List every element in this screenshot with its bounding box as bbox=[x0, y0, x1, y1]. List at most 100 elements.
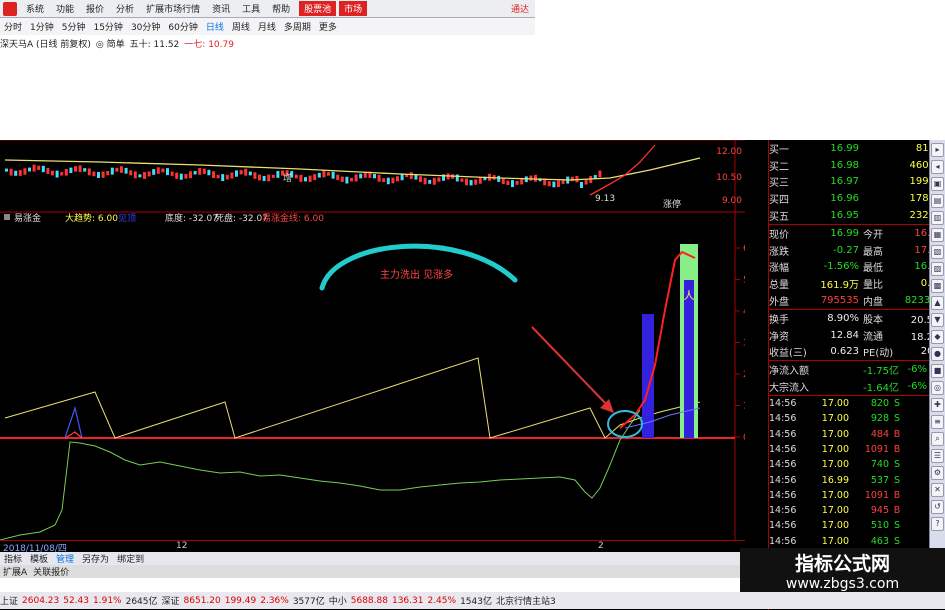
menu-item-help[interactable]: 帮助 bbox=[266, 2, 296, 15]
toolbar-button[interactable]: ■ bbox=[931, 364, 944, 378]
toolbar-button[interactable]: ↺ bbox=[931, 500, 944, 514]
candle bbox=[244, 168, 248, 176]
timeframe-tab[interactable]: 日线 bbox=[202, 20, 228, 33]
candle bbox=[46, 167, 50, 175]
candle bbox=[432, 177, 436, 185]
timeframe-tab[interactable]: 多周期 bbox=[280, 20, 315, 33]
bid-volume: 1782 bbox=[909, 193, 935, 205]
toolbar-button[interactable]: ✕ bbox=[931, 483, 944, 497]
toolbar-button[interactable]: ▸ bbox=[931, 143, 944, 157]
toolbar-button[interactable]: ☰ bbox=[931, 449, 944, 463]
timeframe-tab[interactable]: 60分钟 bbox=[164, 20, 201, 33]
stat-row: 现价16.99今开16.80 bbox=[769, 225, 945, 242]
price-tick-1: 12.00 bbox=[716, 147, 742, 157]
indicator-axis-tick: 20.00 bbox=[743, 370, 745, 380]
menu-item-analysis[interactable]: 分析 bbox=[110, 2, 140, 15]
menu-item-function[interactable]: 功能 bbox=[50, 2, 80, 15]
indicator-tab[interactable]: 指标 bbox=[0, 552, 26, 565]
status-item: 199.49 bbox=[224, 595, 257, 606]
quote-panel: 买一 16.99 817 买二 16.98 4609 买三 16.97 1995 买四 16.96 1… bbox=[768, 140, 945, 610]
indicator-tab[interactable]: 管理 bbox=[52, 552, 78, 565]
candle bbox=[87, 168, 91, 176]
menu-item-tools[interactable]: 工具 bbox=[236, 2, 266, 15]
candle bbox=[51, 170, 54, 176]
toolbar-button[interactable]: ● bbox=[931, 347, 944, 361]
candle bbox=[497, 175, 501, 182]
tick-row: 14:56 17.00 510 S bbox=[769, 518, 945, 533]
bid-volume: 817 bbox=[915, 142, 935, 154]
candle bbox=[478, 177, 482, 184]
toolbar-button[interactable]: ⌕ bbox=[931, 432, 944, 446]
tick-time: 14:56 bbox=[769, 428, 797, 440]
tick-price: 16.99 bbox=[821, 474, 849, 486]
stock-pool-button[interactable]: 股票池 bbox=[299, 1, 337, 16]
stat-label: 净资 bbox=[769, 331, 789, 343]
market-button[interactable]: 市场 bbox=[339, 1, 368, 16]
toolbar-button[interactable]: ▦ bbox=[931, 228, 944, 242]
toolbar-button[interactable]: ▣ bbox=[931, 177, 944, 191]
menu-item-quote[interactable]: 报价 bbox=[80, 2, 110, 15]
toolbar-button[interactable]: ▩ bbox=[931, 279, 944, 293]
menu-item-news[interactable]: 资讯 bbox=[206, 2, 236, 15]
candle bbox=[207, 169, 211, 176]
month-tick-2: 2 bbox=[598, 541, 604, 551]
toolbar-button[interactable]: ✚ bbox=[931, 398, 944, 412]
candle bbox=[561, 180, 565, 184]
toolbar-button[interactable]: ◎ bbox=[931, 381, 944, 395]
app-logo-icon bbox=[3, 1, 17, 16]
timeframe-tab[interactable]: 月线 bbox=[254, 20, 280, 33]
indicator-tab[interactable]: 另存为 bbox=[78, 552, 113, 565]
toolbar-button[interactable]: ⚙ bbox=[931, 466, 944, 480]
green-indicator-line bbox=[0, 409, 641, 541]
menu-item-system[interactable]: 系统 bbox=[20, 2, 50, 15]
toolbar-button[interactable]: ? bbox=[931, 517, 944, 531]
candle bbox=[74, 166, 77, 172]
status-item: 3577亿 bbox=[292, 597, 325, 607]
toolbar-button[interactable]: ▼ bbox=[931, 313, 944, 327]
indicator-line-4: 死盘: -32.07 bbox=[215, 212, 268, 224]
timeframe-tab[interactable]: 1分钟 bbox=[26, 20, 58, 33]
status-item: 1543亿 bbox=[460, 597, 492, 607]
candle bbox=[184, 173, 188, 179]
timeframe-tab[interactable]: 周线 bbox=[228, 20, 254, 33]
menu-item-ext-market[interactable]: 扩展市场行情 bbox=[140, 2, 206, 15]
stat-label: 换手 bbox=[769, 314, 789, 326]
timeframe-tab[interactable]: 5分钟 bbox=[58, 20, 90, 33]
toolbar-button[interactable]: ▧ bbox=[931, 245, 944, 259]
extension-tab[interactable]: 关联报价 bbox=[30, 565, 72, 578]
stock-title: 深天马A (日线 前复权) bbox=[0, 40, 91, 50]
candle bbox=[161, 168, 165, 173]
indicator-select[interactable]: ◎ 简单 bbox=[96, 37, 125, 50]
timeframe-tab[interactable]: 分时 bbox=[0, 20, 26, 33]
toolbar-button[interactable]: ▥ bbox=[931, 211, 944, 225]
candle bbox=[14, 170, 18, 176]
toolbar-button[interactable]: ≡ bbox=[931, 415, 944, 429]
flow-value: -1.75亿 bbox=[863, 366, 899, 378]
candle bbox=[336, 174, 340, 181]
toolbar-button[interactable]: ▲ bbox=[931, 296, 944, 310]
flow-pct: -6% bbox=[907, 364, 927, 376]
tick-volume: 1091 bbox=[864, 489, 889, 501]
candle bbox=[110, 167, 114, 175]
timeframe-tab[interactable]: 更多 bbox=[315, 20, 341, 33]
price-tick-3: 9.00 bbox=[722, 196, 742, 206]
toolbar-button[interactable]: ▤ bbox=[931, 194, 944, 208]
price-tick-2: 10.50 bbox=[716, 173, 742, 183]
candle bbox=[166, 168, 169, 176]
timeframe-tab[interactable]: 15分钟 bbox=[89, 20, 126, 33]
toolbar-button[interactable]: ▨ bbox=[931, 262, 944, 276]
tick-time: 14:56 bbox=[769, 398, 797, 410]
indicator-tab[interactable]: 绑定到 bbox=[113, 552, 148, 565]
bid-price: 16.96 bbox=[830, 193, 859, 205]
candle bbox=[409, 172, 413, 180]
candle bbox=[308, 175, 312, 182]
tick-side: S bbox=[893, 398, 901, 410]
extension-tab[interactable]: 扩展A bbox=[0, 565, 30, 578]
toolbar-button[interactable]: ◂ bbox=[931, 160, 944, 174]
candle bbox=[230, 172, 234, 179]
status-item: 上证 bbox=[0, 597, 19, 607]
toolbar-button[interactable]: ◆ bbox=[931, 330, 944, 344]
candle bbox=[23, 168, 27, 175]
indicator-tab[interactable]: 模板 bbox=[26, 552, 52, 565]
timeframe-tab[interactable]: 30分钟 bbox=[127, 20, 164, 33]
